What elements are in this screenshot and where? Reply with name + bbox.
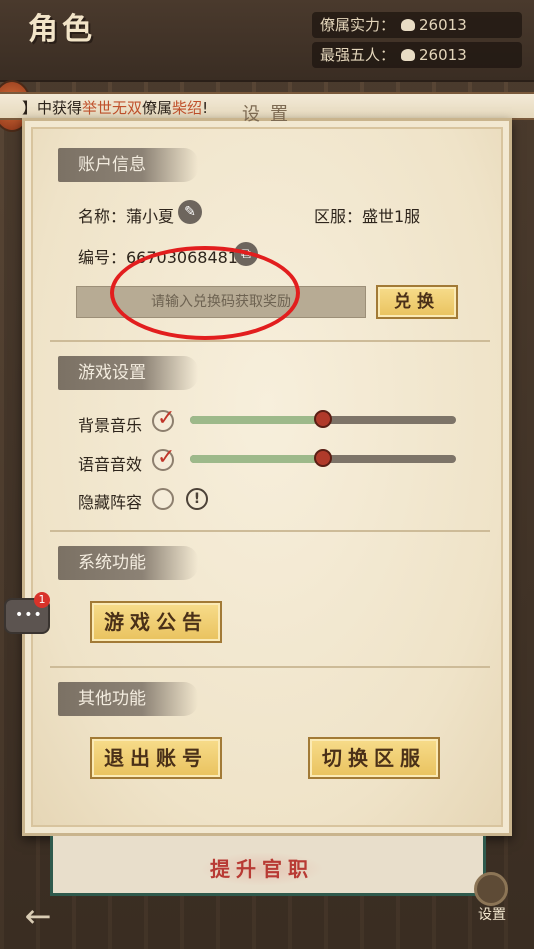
slider-knob[interactable] — [314, 410, 332, 428]
chat-badge: 1 — [34, 592, 50, 608]
back-arrow-icon[interactable]: ← — [14, 896, 62, 936]
ticker-highlight: 举世无双 — [82, 99, 143, 117]
divider — [50, 530, 490, 532]
redeem-code-input[interactable]: 请输入兑换码获取奖励 — [76, 286, 366, 318]
check-icon: ✓ — [157, 406, 176, 431]
page-title: 角色 — [28, 12, 96, 47]
slider-fill — [190, 455, 323, 463]
stat-label: 僚属实力： — [320, 16, 396, 34]
logout-button[interactable]: 退出账号 — [90, 737, 222, 779]
sfx-label: 语音音效 — [78, 455, 143, 474]
ticker-text: 】中获得 — [22, 99, 83, 117]
fist-icon — [401, 49, 416, 61]
ticker-highlight: 柴绍 — [172, 99, 203, 117]
stat-squad-power: 僚属实力： 26013 — [312, 12, 522, 38]
promote-rank-button[interactable]: 提升官职 — [200, 852, 324, 886]
redeem-button[interactable]: 兑换 — [376, 285, 458, 319]
copy-id-button[interactable]: ⧉ — [234, 242, 258, 266]
slider-fill — [190, 416, 323, 424]
settings-label: 设置 — [478, 907, 506, 923]
section-header-game-settings: 游戏设置 — [58, 356, 198, 390]
game-announcement-button[interactable]: 游戏公告 — [90, 601, 222, 643]
pencil-icon: ✎ — [184, 204, 196, 220]
stat-top-five: 最强五人： 26013 — [312, 42, 522, 68]
settings-gear-icon[interactable] — [474, 872, 508, 906]
edit-name-button[interactable]: ✎ — [178, 200, 202, 224]
hide-lineup-label: 隐藏阵容 — [78, 493, 143, 512]
copy-icon: ⧉ — [241, 246, 251, 262]
top-bar: 角色 僚属实力： 26013 最强五人： 26013 — [0, 0, 534, 82]
account-id: 编号：667030684819 — [78, 248, 249, 267]
divider — [50, 666, 490, 668]
stat-value: 26013 — [419, 16, 467, 34]
divider — [50, 340, 490, 342]
account-name: 名称：蒲小夏 — [78, 207, 175, 226]
sfx-checkbox[interactable]: ✓ — [152, 445, 175, 471]
bgm-label: 背景音乐 — [78, 416, 143, 435]
bgm-checkbox[interactable]: ✓ — [152, 406, 175, 432]
section-header-account: 账户信息 — [58, 148, 198, 182]
panel-title: 设置 — [242, 104, 298, 125]
stat-value: 26013 — [419, 46, 467, 64]
slider-knob[interactable] — [314, 449, 332, 467]
section-header-system: 系统功能 — [58, 546, 198, 580]
bgm-slider[interactable] — [190, 410, 456, 428]
section-header-other: 其他功能 — [58, 682, 198, 716]
stat-label: 最强五人： — [320, 46, 396, 64]
account-server: 区服：盛世1服 — [314, 207, 421, 226]
switch-server-button[interactable]: 切换区服 — [308, 737, 440, 779]
ticker-text: 僚属 — [142, 99, 173, 117]
hide-lineup-checkbox[interactable] — [152, 488, 174, 510]
info-icon[interactable]: ! — [186, 488, 208, 510]
chat-icon: ••• — [15, 607, 43, 623]
check-icon: ✓ — [157, 445, 176, 470]
sfx-slider[interactable] — [190, 449, 456, 467]
fist-icon — [401, 19, 416, 31]
